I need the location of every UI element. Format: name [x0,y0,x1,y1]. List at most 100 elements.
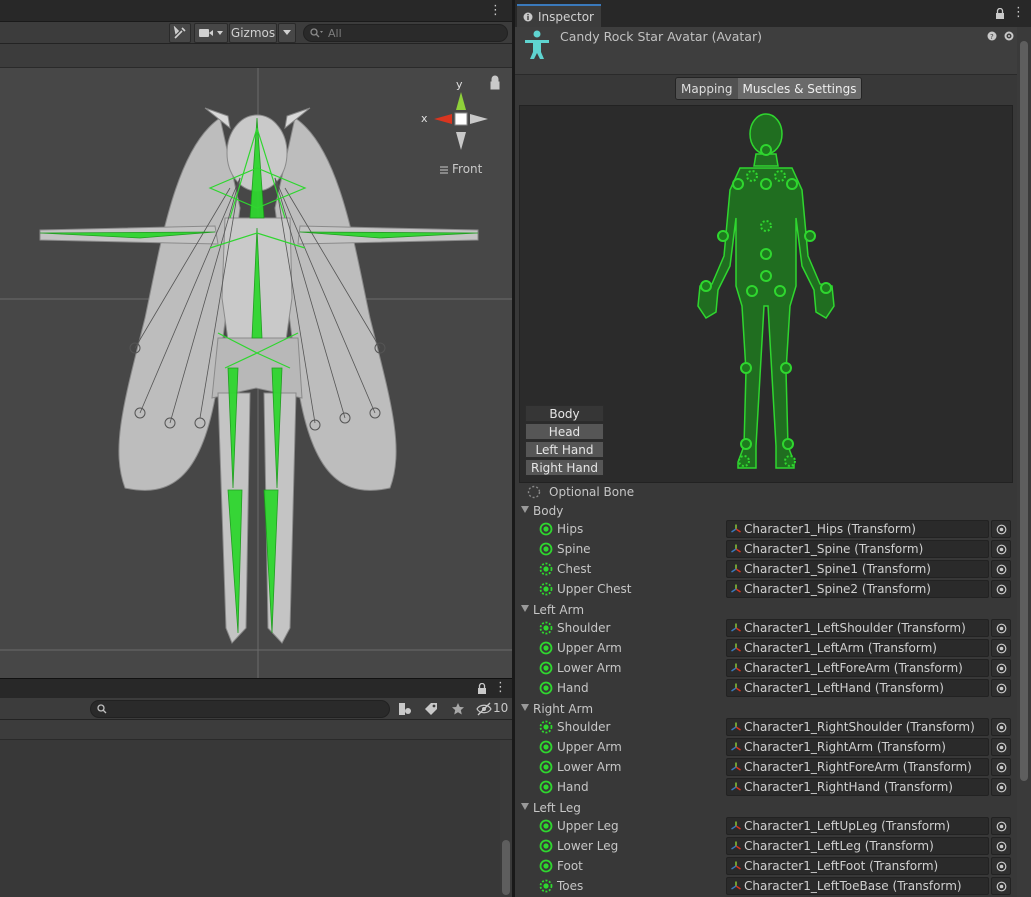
more-options-icon[interactable]: ⋮ [489,3,502,18]
inspector-scrollbar[interactable] [1017,27,1031,897]
object-picker-button[interactable] [991,857,1011,875]
bone-status-icon[interactable] [539,740,553,754]
foldout-arrow-icon[interactable] [521,605,529,612]
hidden-packages-icon[interactable] [476,702,492,716]
scene-toolbar: Gizmos All [0,22,512,44]
transform-field[interactable]: Character1_RightShoulder (Transform) [726,718,989,736]
tab-muscles-settings[interactable]: Muscles & Settings [737,78,862,99]
bone-status-icon[interactable] [539,661,553,675]
search-placeholder: All [328,26,342,40]
object-picker-button[interactable] [991,817,1011,835]
object-picker-button[interactable] [991,877,1011,895]
help-icon[interactable]: ? [987,31,997,41]
foldout-arrow-icon[interactable] [521,506,529,513]
object-picker-button[interactable] [991,560,1011,578]
more-options-icon[interactable]: ⋮ [1012,5,1025,20]
transform-field[interactable]: Character1_RightForeArm (Transform) [726,758,989,776]
bone-label: Hips [557,522,584,536]
bone-status-icon[interactable] [539,839,553,853]
avatar-icon [525,30,549,59]
body-part-left-hand-button[interactable]: Left Hand [525,441,604,458]
gizmos-button[interactable]: Gizmos [229,23,277,43]
project-content-area[interactable] [0,740,512,897]
scene-viewport[interactable]: y x Front [0,68,512,678]
scene-search-input[interactable]: All [303,24,508,42]
object-picker-button[interactable] [991,778,1011,796]
project-search-input[interactable] [90,700,390,718]
label-tag-icon[interactable] [424,702,438,716]
tools-icon[interactable] [169,23,191,43]
optional-bone-status-icon[interactable] [539,879,553,893]
object-picker-button[interactable] [991,540,1011,558]
tab-mapping[interactable]: Mapping [676,78,738,99]
body-part-right-hand-button[interactable]: Right Hand [525,459,604,476]
transform-field[interactable]: Character1_LeftUpLeg (Transform) [726,817,989,835]
target-icon [996,663,1006,673]
gizmos-dropdown-arrow[interactable] [278,23,296,43]
transform-field[interactable]: Character1_Spine2 (Transform) [726,580,989,598]
optional-bone-status-icon[interactable] [539,720,553,734]
object-picker-button[interactable] [991,837,1011,855]
object-picker-button[interactable] [991,619,1011,637]
bone-status-icon[interactable] [539,819,553,833]
scrollbar-thumb[interactable] [502,840,510,895]
bone-status-icon[interactable] [539,542,553,556]
object-picker-button[interactable] [991,580,1011,598]
bone-group-body[interactable]: Body [515,501,1015,521]
object-picker-button[interactable] [991,639,1011,657]
transform-field[interactable]: Character1_Spine (Transform) [726,540,989,558]
transform-field[interactable]: Character1_LeftHand (Transform) [726,679,989,697]
scrollbar-thumb[interactable] [1020,41,1028,781]
transform-field[interactable]: Character1_RightArm (Transform) [726,738,989,756]
transform-icon [731,881,741,890]
transform-field[interactable]: Character1_RightHand (Transform) [726,778,989,796]
object-picker-button[interactable] [991,758,1011,776]
transform-value: Character1_LeftForeArm (Transform) [744,661,963,675]
target-icon [996,841,1006,851]
transform-field[interactable]: Character1_LeftToeBase (Transform) [726,877,989,895]
more-options-icon[interactable]: ⋮ [494,680,507,695]
bone-group-left-arm[interactable]: Left Arm [515,600,1015,620]
transform-field[interactable]: Character1_Spine1 (Transform) [726,560,989,578]
transform-field[interactable]: Character1_LeftShoulder (Transform) [726,619,989,637]
bone-group-label: Right Arm [533,702,594,716]
bone-status-icon[interactable] [539,780,553,794]
optional-bone-icon [527,485,541,499]
transform-field[interactable]: Character1_LeftLeg (Transform) [726,837,989,855]
favorites-star-icon[interactable] [451,702,465,716]
camera-dropdown[interactable] [194,23,228,43]
transform-icon [731,841,741,850]
body-part-body-button[interactable]: Body [525,405,604,422]
object-picker-button[interactable] [991,520,1011,538]
bone-row: Upper Chest Character1_Spine2 (Transform) [515,579,1015,599]
bottom-scrollbar[interactable] [500,740,512,897]
transform-field[interactable]: Character1_LeftForeArm (Transform) [726,659,989,677]
foldout-arrow-icon[interactable] [521,704,529,711]
settings-icon[interactable] [1004,31,1014,41]
bone-group-left-leg[interactable]: Left Leg [515,798,1015,818]
bone-group-right-arm[interactable]: Right Arm [515,699,1015,719]
transform-field[interactable]: Character1_Hips (Transform) [726,520,989,538]
optional-bone-status-icon[interactable] [539,582,553,596]
lock-icon[interactable] [995,8,1005,20]
optional-bone-status-icon[interactable] [539,562,553,576]
transform-field[interactable]: Character1_LeftArm (Transform) [726,639,989,657]
filter-by-type-icon[interactable] [398,702,412,716]
bone-status-icon[interactable] [539,859,553,873]
transform-field[interactable]: Character1_LeftFoot (Transform) [726,857,989,875]
bone-status-icon[interactable] [539,522,553,536]
tab-inspector[interactable]: Inspector [517,4,601,27]
optional-bone-status-icon[interactable] [539,621,553,635]
bone-status-icon[interactable] [539,641,553,655]
object-picker-button[interactable] [991,738,1011,756]
bone-status-icon[interactable] [539,681,553,695]
body-part-head-button[interactable]: Head [525,423,604,440]
view-mode-label[interactable]: Front [452,162,482,176]
foldout-arrow-icon[interactable] [521,803,529,810]
bone-status-icon[interactable] [539,760,553,774]
object-picker-button[interactable] [991,718,1011,736]
object-picker-button[interactable] [991,659,1011,677]
object-picker-button[interactable] [991,679,1011,697]
avatar-body-view[interactable]: Body Head Left Hand Right Hand [519,105,1013,483]
lock-icon[interactable] [477,683,487,695]
